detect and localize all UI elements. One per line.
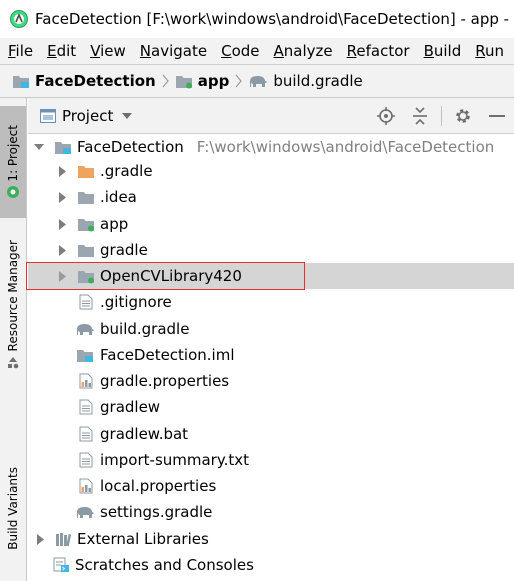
folder-icon bbox=[77, 242, 95, 258]
tool-tab-project[interactable]: 1: Project bbox=[0, 106, 26, 218]
tree-item-gradle-properties[interactable]: gradle.properties bbox=[28, 368, 514, 394]
scratches-icon bbox=[52, 557, 70, 573]
locate-file-button[interactable] bbox=[369, 98, 403, 134]
breadcrumb-separator-icon bbox=[235, 74, 243, 88]
text-file-icon bbox=[77, 399, 95, 415]
tree-item-build-gradle[interactable]: build.gradle bbox=[28, 316, 514, 342]
breadcrumb-app[interactable]: app bbox=[175, 72, 229, 90]
toolbar-divider bbox=[441, 106, 442, 126]
tree-item-settings-gradle[interactable]: settings.gradle bbox=[28, 499, 514, 525]
collapse-all-button[interactable] bbox=[403, 98, 437, 134]
project-folder-icon bbox=[54, 139, 72, 155]
expand-arrow-collapsed-icon[interactable] bbox=[34, 533, 46, 545]
tree-external-libraries[interactable]: External Libraries bbox=[28, 526, 514, 552]
gradle-elephant-icon bbox=[250, 75, 267, 87]
libraries-icon bbox=[54, 531, 72, 547]
expand-arrow-expanded-icon[interactable] bbox=[33, 141, 45, 153]
tree-item-opencvlibrary420[interactable]: OpenCVLibrary420 bbox=[28, 263, 514, 289]
breadcrumb: FaceDetection app build.gradle bbox=[0, 64, 514, 98]
text-file-icon bbox=[77, 452, 95, 468]
properties-file-icon bbox=[77, 478, 95, 494]
root-path: F:\work\windows\android\FaceDetection bbox=[196, 138, 495, 156]
resource-manager-icon bbox=[8, 356, 19, 369]
orange-folder-icon bbox=[77, 163, 95, 179]
expand-arrow-collapsed-icon[interactable] bbox=[56, 218, 68, 230]
title-bar: FaceDetection [F:\work\windows\android\F… bbox=[0, 0, 514, 38]
tree-item-app[interactable]: app bbox=[28, 211, 514, 237]
menu-code[interactable]: Code bbox=[221, 42, 259, 60]
tree-item-gitignore[interactable]: .gitignore bbox=[28, 289, 514, 315]
project-view-selector[interactable]: Project bbox=[40, 107, 133, 125]
project-folder-icon bbox=[13, 75, 29, 88]
breadcrumb-build-gradle[interactable]: build.gradle bbox=[248, 72, 363, 90]
module-folder-icon bbox=[77, 216, 95, 232]
menu-build[interactable]: Build bbox=[424, 42, 462, 60]
menu-file[interactable]: File bbox=[8, 42, 33, 60]
tree-scratches-consoles[interactable]: Scratches and Consoles bbox=[28, 552, 514, 578]
tree-item-gradlew[interactable]: gradlew bbox=[28, 394, 514, 420]
crosshair-icon bbox=[377, 107, 395, 125]
tree-item-dot-idea[interactable]: .idea bbox=[28, 184, 514, 210]
gradle-elephant-icon bbox=[75, 504, 95, 520]
android-icon bbox=[7, 186, 19, 199]
menu-bar: File Edit View Navigate Code Analyze Ref… bbox=[0, 38, 514, 64]
tree-item-dot-gradle[interactable]: .gradle bbox=[28, 158, 514, 184]
tree-item-gradle[interactable]: gradle bbox=[28, 237, 514, 263]
text-file-icon bbox=[77, 426, 95, 442]
hide-panel-button[interactable] bbox=[480, 98, 514, 134]
minimize-icon bbox=[489, 115, 505, 117]
left-tool-strip: 1: Project Resource Manager Build Varian… bbox=[0, 98, 27, 581]
chevron-down-icon bbox=[122, 112, 133, 119]
project-tree: FaceDetection F:\work\windows\android\Fa… bbox=[28, 134, 514, 581]
menu-refactor[interactable]: Refactor bbox=[347, 42, 410, 60]
gradle-elephant-icon bbox=[75, 321, 95, 337]
menu-run[interactable]: Run bbox=[475, 42, 504, 60]
expand-arrow-collapsed-icon[interactable] bbox=[56, 191, 68, 203]
tree-item-facedetection-iml[interactable]: FaceDetection.iml bbox=[28, 342, 514, 368]
menu-edit[interactable]: Edit bbox=[47, 42, 76, 60]
settings-button[interactable] bbox=[446, 98, 480, 134]
tool-tab-build-variants[interactable]: Build Variants bbox=[0, 460, 26, 556]
tree-item-local-properties[interactable]: local.properties bbox=[28, 473, 514, 499]
tree-item-gradlew-bat[interactable]: gradlew.bat bbox=[28, 421, 514, 447]
menu-analyze[interactable]: Analyze bbox=[274, 42, 333, 60]
tree-item-import-summary[interactable]: import-summary.txt bbox=[28, 447, 514, 473]
collapse-all-icon bbox=[413, 107, 427, 125]
expand-arrow-collapsed-icon[interactable] bbox=[56, 270, 68, 282]
breadcrumb-project[interactable]: FaceDetection bbox=[12, 72, 156, 90]
android-studio-logo-icon bbox=[10, 10, 28, 28]
tool-tab-resource-manager[interactable]: Resource Manager bbox=[0, 232, 26, 378]
gear-icon bbox=[456, 109, 470, 123]
properties-file-icon bbox=[77, 373, 95, 389]
folder-icon bbox=[77, 189, 95, 205]
module-folder-icon bbox=[175, 75, 192, 88]
breadcrumb-separator-icon bbox=[162, 74, 169, 88]
module-folder-icon bbox=[77, 268, 95, 284]
expand-arrow-collapsed-icon[interactable] bbox=[56, 244, 68, 256]
iml-file-icon bbox=[75, 347, 95, 363]
project-view-icon bbox=[40, 108, 56, 123]
tree-root[interactable]: FaceDetection F:\work\windows\android\Fa… bbox=[28, 134, 514, 160]
text-file-icon bbox=[77, 294, 95, 310]
project-panel-header: Project bbox=[28, 98, 514, 134]
window-title: FaceDetection [F:\work\windows\android\F… bbox=[35, 10, 514, 28]
expand-arrow-collapsed-icon[interactable] bbox=[56, 165, 68, 177]
menu-navigate[interactable]: Navigate bbox=[140, 42, 207, 60]
menu-view[interactable]: View bbox=[90, 42, 126, 60]
